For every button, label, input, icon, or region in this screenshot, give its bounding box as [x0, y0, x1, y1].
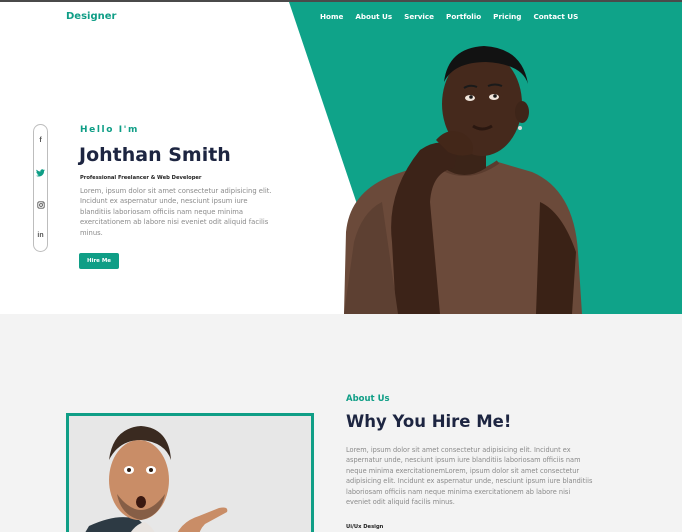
about-title: Why You Hire Me!: [346, 412, 512, 431]
instagram-icon[interactable]: [34, 201, 47, 211]
about-section: About Us Why You Hire Me! Lorem, ipsum d…: [0, 314, 682, 532]
hero-role: Professional Freelancer & Web Developer: [80, 175, 202, 181]
linkedin-icon[interactable]: in: [34, 232, 47, 239]
facebook-icon[interactable]: f: [34, 137, 47, 144]
main-nav: Home About Us Service Portfolio Pricing …: [320, 12, 578, 21]
about-text: Lorem, ipsum dolor sit amet consectetur …: [346, 446, 593, 507]
nav-home[interactable]: Home: [320, 12, 343, 21]
hero-name: Johthan Smith: [79, 144, 231, 166]
nav-portfolio[interactable]: Portfolio: [446, 12, 481, 21]
skill-label-uiux: Ui/Ux Design: [346, 524, 384, 530]
hero-portrait-image: [336, 42, 586, 314]
hero-bio: Lorem, ipsum dolor sit amet consectetur …: [80, 187, 272, 237]
social-bar: f in: [33, 124, 48, 252]
nav-about-us[interactable]: About Us: [355, 12, 392, 21]
about-portrait-image: [69, 416, 311, 532]
nav-pricing[interactable]: Pricing: [493, 12, 521, 21]
hero-greeting: Hello I'm: [80, 125, 140, 135]
about-photo-frame: [66, 413, 314, 532]
twitter-icon[interactable]: [34, 169, 47, 179]
hero-section: Designer Home About Us Service Portfolio…: [0, 2, 682, 314]
nav-contact-us[interactable]: Contact US: [533, 12, 578, 21]
about-label: About Us: [346, 394, 390, 404]
hire-me-button[interactable]: Hire Me: [79, 253, 119, 269]
nav-service[interactable]: Service: [404, 12, 434, 21]
site-logo[interactable]: Designer: [66, 11, 116, 22]
